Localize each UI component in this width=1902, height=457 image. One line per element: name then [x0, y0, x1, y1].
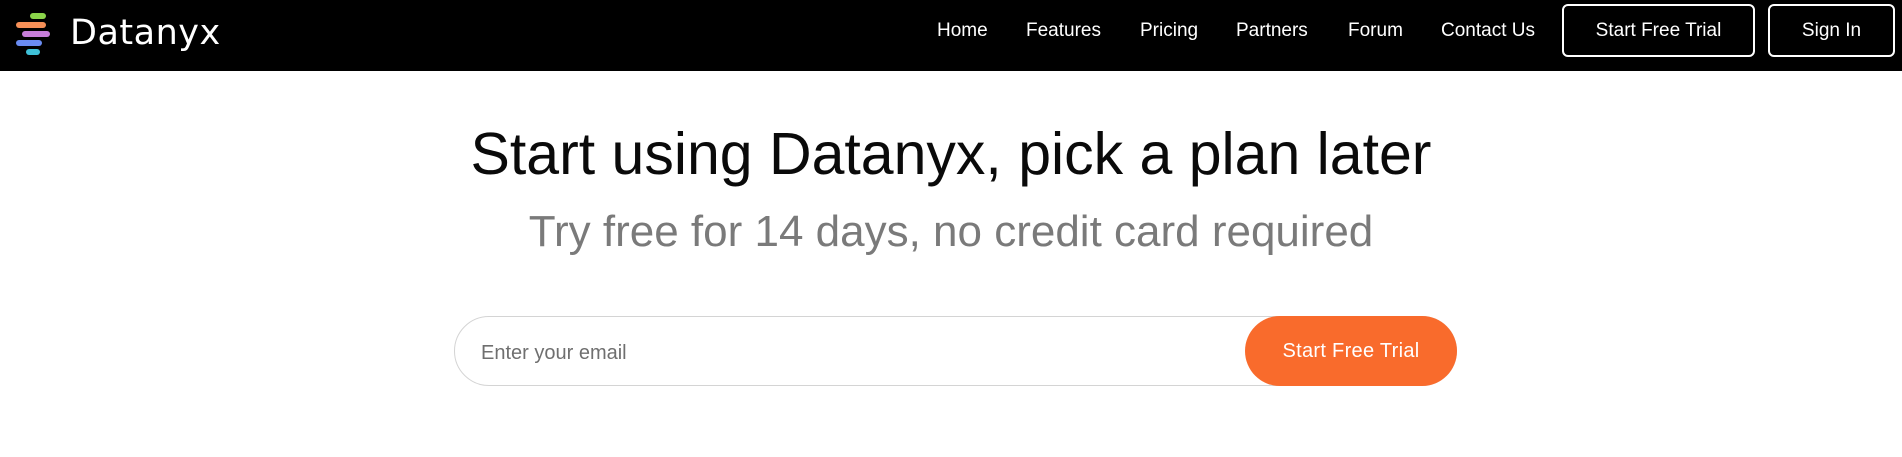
- logo-icon: [16, 11, 60, 55]
- start-free-trial-button[interactable]: Start Free Trial: [1245, 316, 1457, 386]
- nav-link-home[interactable]: Home: [937, 20, 988, 42]
- brand-logo[interactable]: Datanyx: [16, 8, 221, 58]
- nav-link-pricing[interactable]: Pricing: [1140, 20, 1198, 42]
- hero-title: Start using Datanyx, pick a plan later: [470, 121, 1432, 187]
- nav-start-trial-button[interactable]: Start Free Trial: [1562, 4, 1755, 57]
- nav-sign-in-button[interactable]: Sign In: [1768, 4, 1895, 57]
- nav-link-contact-us[interactable]: Contact Us: [1441, 20, 1535, 42]
- top-navbar: Datanyx Home Features Pricing Partners F…: [0, 0, 1902, 71]
- hero-subtitle: Try free for 14 days, no credit card req…: [528, 207, 1374, 256]
- nav-link-features[interactable]: Features: [1026, 20, 1101, 42]
- nav-link-forum[interactable]: Forum: [1348, 20, 1403, 42]
- nav-link-partners[interactable]: Partners: [1236, 20, 1308, 42]
- email-input[interactable]: [479, 335, 1183, 371]
- brand-name: Datanyx: [70, 12, 221, 53]
